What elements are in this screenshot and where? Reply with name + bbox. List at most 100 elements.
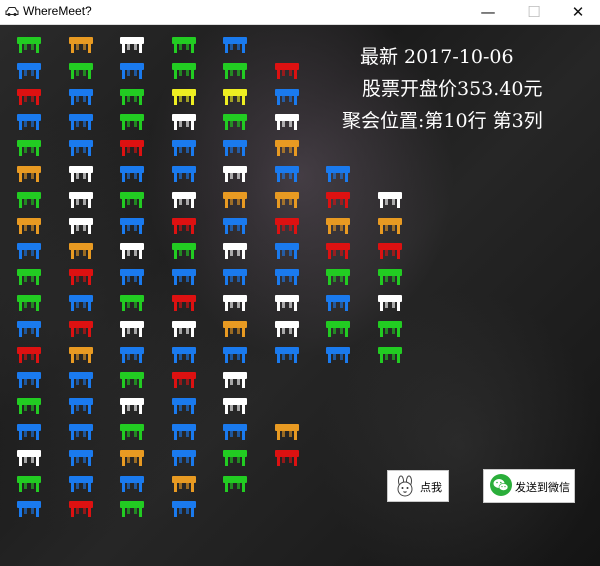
table-seat	[120, 269, 144, 286]
table-seat	[68, 166, 93, 182]
table-seat	[68, 88, 93, 105]
table-seat	[171, 372, 196, 389]
table-seat	[120, 88, 144, 105]
table-seat	[17, 62, 41, 79]
table-seat	[120, 217, 144, 234]
table-seat	[17, 243, 41, 260]
table-seat	[171, 424, 196, 440]
table-seat	[171, 346, 196, 363]
table-seat	[68, 346, 93, 363]
table-seat	[68, 295, 93, 311]
table-seat	[68, 372, 93, 389]
table-seat	[68, 191, 93, 208]
maximize-button[interactable]: ☐	[512, 0, 556, 24]
table-seat	[171, 269, 196, 286]
table-seat	[120, 295, 144, 311]
table-seat	[326, 346, 350, 363]
table-seat	[274, 424, 299, 440]
table-seat	[223, 62, 247, 79]
table-seat	[171, 217, 196, 234]
table-seat	[120, 501, 144, 518]
table-seat	[223, 217, 247, 234]
table-seat	[17, 140, 41, 157]
bunny-face-icon	[397, 475, 413, 497]
table-seat	[274, 140, 299, 157]
table-seat	[171, 166, 196, 182]
click-me-label: 点我	[420, 481, 442, 494]
table-seat	[17, 320, 41, 337]
table-seat	[171, 475, 196, 492]
table-seat	[223, 398, 247, 415]
table-seat	[17, 166, 41, 182]
table-seat	[274, 269, 299, 286]
table-seat	[223, 37, 247, 53]
table-seat	[274, 62, 299, 79]
table-seat	[274, 191, 299, 208]
table-seat	[223, 424, 247, 440]
table-seat	[223, 114, 247, 131]
window-title: WhereMeet?	[23, 4, 92, 18]
table-seat	[17, 295, 41, 311]
table-seat	[17, 501, 41, 518]
table-seat	[171, 191, 196, 208]
table-seat	[120, 114, 144, 131]
table-seat	[377, 320, 402, 337]
table-seat	[274, 449, 299, 466]
table-seat	[223, 88, 247, 105]
table-seat	[120, 243, 144, 260]
send-to-wechat-label: 发送到微信	[515, 481, 570, 494]
table-seat	[68, 37, 93, 53]
meeting-location-label: 聚会位置:第10行 第3列	[342, 110, 543, 132]
table-seat	[274, 166, 299, 182]
table-seat	[17, 372, 41, 389]
table-seat	[377, 346, 402, 363]
table-seat	[68, 320, 93, 337]
table-seat	[274, 217, 299, 234]
table-seat	[326, 269, 350, 286]
table-seat	[120, 372, 144, 389]
table-seat	[171, 114, 196, 131]
send-to-wechat-button[interactable]: 发送到微信	[483, 469, 575, 503]
table-seat	[223, 320, 247, 337]
table-seat	[68, 217, 93, 234]
table-seat	[171, 449, 196, 466]
table-seat	[120, 37, 144, 53]
table-seat	[17, 114, 41, 131]
table-seat	[274, 114, 299, 131]
main-canvas: 最新 2017-10-06 股票开盘价353.40元 聚会位置:第10行 第3列…	[0, 25, 600, 566]
table-seat	[120, 62, 144, 79]
table-seat	[17, 398, 41, 415]
table-seat	[68, 501, 93, 518]
table-seat	[223, 346, 247, 363]
close-button[interactable]: ✕	[556, 0, 600, 24]
table-seat	[120, 346, 144, 363]
table-seat	[274, 346, 299, 363]
table-seat	[68, 475, 93, 492]
table-seat	[326, 166, 350, 182]
table-seat	[326, 217, 350, 234]
table-seat	[377, 191, 402, 208]
table-seat	[223, 295, 247, 311]
table-seat	[120, 475, 144, 492]
table-seat	[274, 295, 299, 311]
table-seat	[326, 320, 350, 337]
table-seat	[326, 191, 350, 208]
table-seat	[377, 243, 402, 260]
table-seat	[326, 295, 350, 311]
click-me-button[interactable]: 点我	[387, 470, 449, 502]
table-seat	[68, 62, 93, 79]
table-seat	[171, 243, 196, 260]
table-seat	[171, 320, 196, 337]
table-seat	[223, 372, 247, 389]
open-price-label: 股票开盘价353.40元	[362, 78, 543, 100]
table-seat	[68, 140, 93, 157]
table-seat	[68, 114, 93, 131]
table-seat	[17, 424, 41, 440]
table-seat	[120, 166, 144, 182]
table-seat	[171, 501, 196, 518]
minimize-button[interactable]: —	[466, 0, 510, 24]
table-seat	[120, 320, 144, 337]
table-seat	[68, 243, 93, 260]
table-seat	[223, 269, 247, 286]
table-seat	[17, 449, 41, 466]
